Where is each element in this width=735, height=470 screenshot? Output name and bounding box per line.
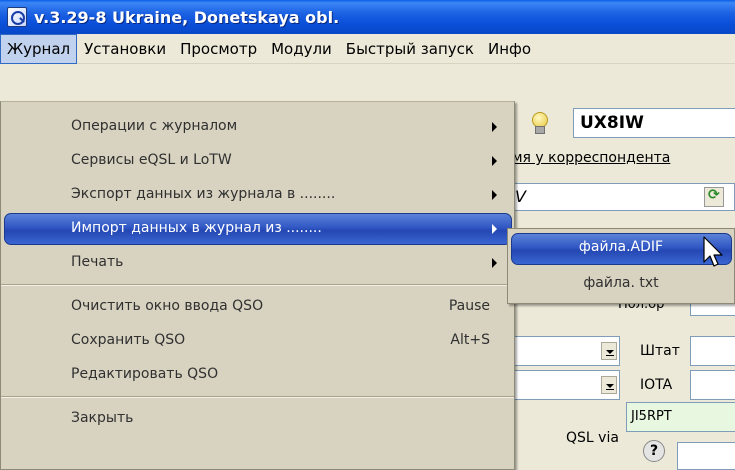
menu-item-close[interactable]: Закрыть [1, 402, 514, 436]
menu-item-save-qso[interactable]: Сохранить QSO Alt+S [1, 324, 514, 358]
combo-2[interactable] [512, 370, 620, 400]
shortcut-label: Pause [448, 298, 490, 314]
submenu-arrow-icon [492, 190, 497, 200]
iota-field[interactable] [690, 370, 735, 400]
menu-settings[interactable]: Установки [77, 34, 173, 64]
iota-label: IOTA [640, 377, 673, 393]
submenu-item-adif[interactable]: файла.ADIF [508, 232, 734, 266]
mouse-cursor-icon [703, 236, 723, 267]
import-submenu: файла.ADIF файла. txt [507, 228, 735, 304]
menu-separator [1, 284, 514, 286]
menu-item-export[interactable]: Экспорт данных из журнала в ........ [1, 178, 514, 212]
menu-item-print[interactable]: Печать [1, 246, 514, 280]
window-title: v.3.29-8 Ukraine, Donetskaya obl. [34, 7, 340, 27]
menu-quick-launch[interactable]: Быстрый запуск [339, 34, 481, 64]
state-field[interactable] [690, 336, 735, 366]
help-icon[interactable]: ? [643, 440, 665, 462]
submenu-arrow-icon [492, 122, 497, 132]
menu-item-edit-qso[interactable]: Редактировать QSO [1, 358, 514, 392]
chevron-down-icon[interactable] [601, 376, 617, 394]
menu-view[interactable]: Просмотр [173, 34, 264, 64]
combo-1[interactable] [512, 336, 620, 366]
menu-modules[interactable]: Модули [264, 34, 339, 64]
menu-item-clear-qso[interactable]: Очистить окно ввода QSO Pause [1, 290, 514, 324]
menu-separator [1, 396, 514, 398]
title-bar: v.3.29-8 Ukraine, Donetskaya obl. [0, 0, 735, 34]
state-label: Штат [640, 343, 680, 359]
submenu-arrow-icon [492, 224, 497, 234]
name-input[interactable]: V [512, 183, 735, 211]
menu-item-eqsl-lotw[interactable]: Сервисы eQSL и LoTW [1, 144, 514, 178]
submenu-arrow-icon [492, 258, 497, 268]
bottom-field[interactable] [677, 442, 735, 470]
menu-info[interactable]: Инфо [481, 34, 538, 64]
submenu-item-txt[interactable]: файла. txt [508, 268, 734, 302]
menu-journal[interactable]: Журнал [0, 33, 78, 64]
submenu-arrow-icon [492, 156, 497, 166]
qsl-via-label: QSL via [566, 430, 619, 446]
lightbulb-icon[interactable] [530, 112, 548, 134]
qsl-via-field[interactable]: JI5RPT [626, 402, 735, 432]
journal-dropdown-menu: Операции с журналом Сервисы eQSL и LoTW … [0, 101, 515, 470]
refresh-icon[interactable] [704, 187, 724, 207]
correspondent-label: мя у корреспондента [512, 150, 671, 166]
menu-bar: Журнал Установки Просмотр Модули Быстрый… [0, 33, 735, 64]
app-icon[interactable] [7, 7, 27, 27]
callsign-field[interactable]: UX8IW [573, 108, 735, 138]
shortcut-label: Alt+S [450, 332, 490, 348]
menu-item-import[interactable]: Импорт данных в журнал из ........ [1, 212, 514, 246]
chevron-down-icon[interactable] [601, 342, 617, 360]
menu-item-journal-operations[interactable]: Операции с журналом [1, 110, 514, 144]
